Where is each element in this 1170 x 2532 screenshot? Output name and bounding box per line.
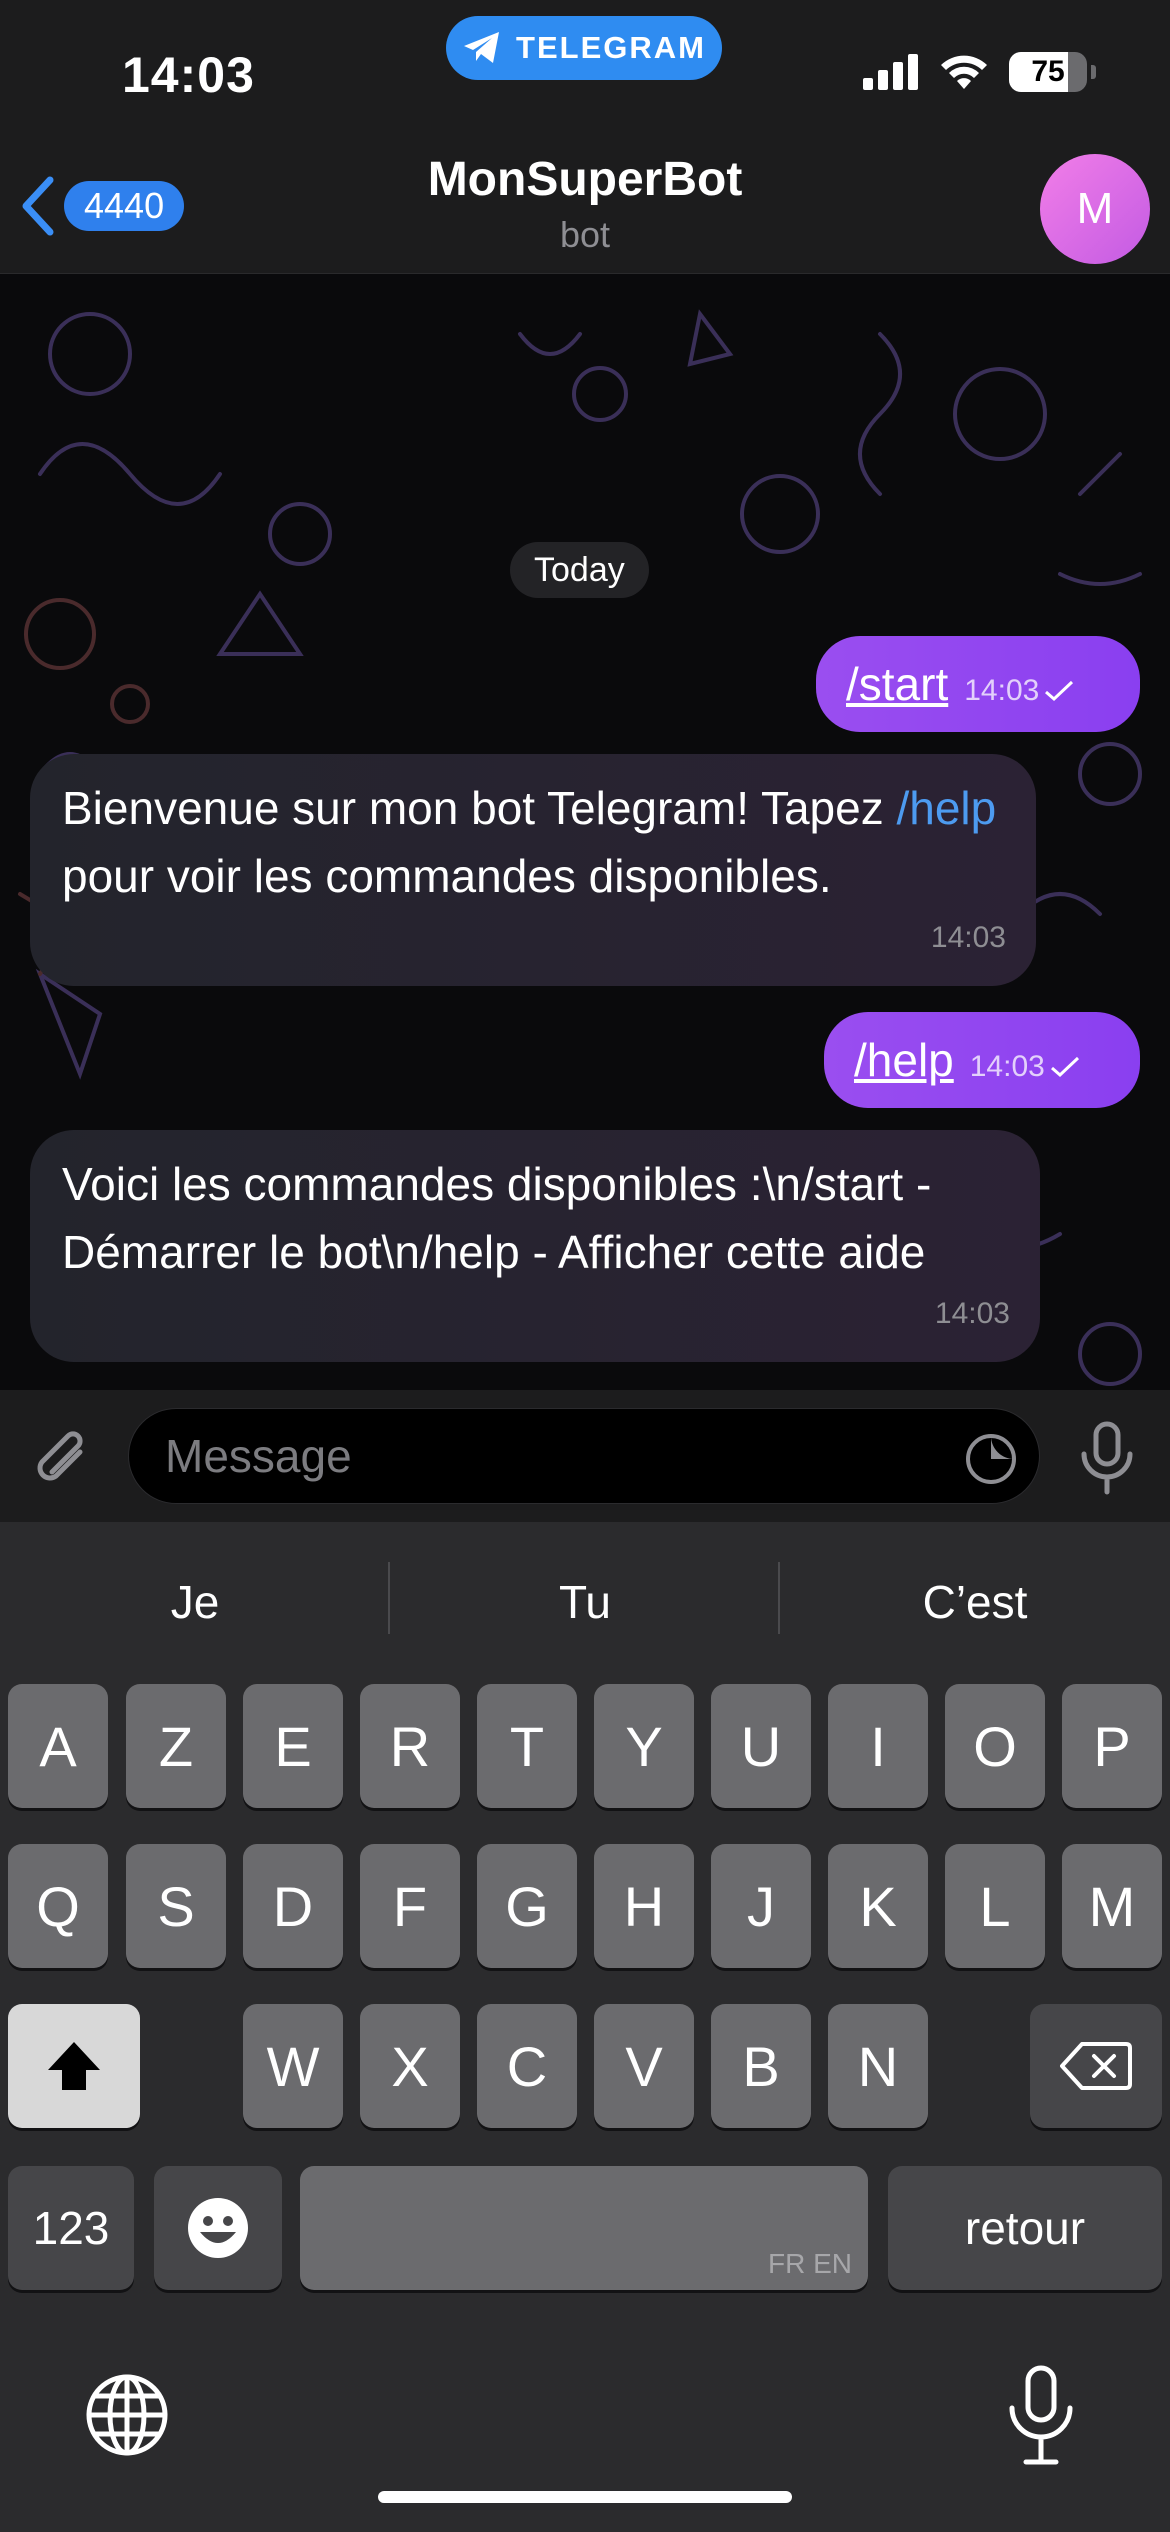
status-indicators: 75 — [863, 52, 1096, 92]
attach-icon[interactable] — [28, 1426, 100, 1498]
avatar[interactable]: M — [1040, 154, 1150, 264]
key-h[interactable]: H — [594, 1844, 694, 1968]
key-d[interactable]: D — [243, 1844, 343, 1968]
numbers-key[interactable]: 123 — [8, 2166, 134, 2290]
chat-subtitle: bot — [559, 214, 611, 255]
outgoing-message[interactable]: /help 14:03 — [824, 1012, 1140, 1108]
key-e[interactable]: E — [243, 1684, 343, 1808]
message-input-bar — [0, 1390, 1170, 1522]
key-y[interactable]: Y — [594, 1684, 694, 1808]
date-separator: Today — [510, 542, 649, 598]
key-t[interactable]: T — [477, 1684, 577, 1808]
chat-title[interactable]: MonSuperBot — [0, 152, 1170, 207]
status-time: 14:03 — [122, 47, 255, 103]
key-k[interactable]: K — [828, 1844, 928, 1968]
microphone-icon[interactable] — [1072, 1420, 1142, 1496]
key-i[interactable]: I — [828, 1684, 928, 1808]
message-meta: 14:03 — [970, 1050, 1081, 1084]
space-language-label: FR EN — [768, 2248, 852, 2279]
read-check-icon — [1045, 680, 1074, 702]
message-input[interactable] — [165, 1409, 945, 1503]
message-time: 14:03 — [964, 674, 1040, 707]
suggestion-3[interactable]: C’est — [780, 1572, 1170, 1642]
incoming-message[interactable]: Voici les commandes disponibles :\n/star… — [30, 1130, 1040, 1362]
battery-nub — [1091, 65, 1096, 79]
message-text: Voici les commandes disponibles :\n/star… — [62, 1158, 932, 1278]
key-p[interactable]: P — [1062, 1684, 1162, 1808]
key-l[interactable]: L — [945, 1844, 1045, 1968]
return-key[interactable]: retour — [888, 2166, 1162, 2290]
key-s[interactable]: S — [126, 1844, 226, 1968]
suggestion-2[interactable]: Tu — [390, 1572, 780, 1642]
key-m[interactable]: M — [1062, 1844, 1162, 1968]
key-a[interactable]: A — [8, 1684, 108, 1808]
suggestion-divider — [778, 1562, 780, 1634]
message-text[interactable]: /help — [854, 1033, 954, 1087]
suggestion-bar: Je Tu C’est — [0, 1572, 1170, 1642]
wifi-icon — [941, 55, 987, 89]
battery-icon: 75 — [1009, 52, 1087, 92]
shift-key[interactable] — [8, 2004, 140, 2128]
suggestion-divider — [388, 1562, 390, 1634]
outgoing-message[interactable]: /start 14:03 — [816, 636, 1140, 732]
key-r[interactable]: R — [360, 1684, 460, 1808]
key-q[interactable]: Q — [8, 1844, 108, 1968]
keyboard: Je Tu C’est A Z E R T Y U I O P Q S D F … — [0, 1522, 1170, 2532]
key-j[interactable]: J — [711, 1844, 811, 1968]
telegram-plane-icon — [464, 32, 500, 63]
emoji-key[interactable] — [154, 2166, 282, 2290]
key-n[interactable]: N — [828, 2004, 928, 2128]
message-text[interactable]: /start — [846, 657, 948, 711]
read-check-icon — [1050, 1056, 1079, 1078]
top-bar: 14:03 TELEGRAM 75 4440 MonSuperBot bot M — [0, 0, 1170, 274]
globe-icon[interactable] — [84, 2372, 170, 2458]
key-o[interactable]: O — [945, 1684, 1045, 1808]
space-key[interactable]: FR EN — [300, 2166, 868, 2290]
key-c[interactable]: C — [477, 2004, 577, 2128]
key-g[interactable]: G — [477, 1844, 577, 1968]
incoming-message[interactable]: Bienvenue sur mon bot Telegram! Tapez /h… — [30, 754, 1036, 986]
sticker-icon[interactable] — [963, 1431, 1019, 1487]
app-pill-label: TELEGRAM — [516, 30, 706, 65]
message-time: 14:03 — [934, 1297, 1010, 1330]
delete-key[interactable] — [1030, 2004, 1162, 2128]
key-z[interactable]: Z — [126, 1684, 226, 1808]
emoji-icon — [188, 2198, 248, 2258]
key-f[interactable]: F — [360, 1844, 460, 1968]
message-meta: 14:03 — [964, 674, 1075, 708]
battery-percent: 75 — [1031, 55, 1065, 88]
signal-icon — [863, 54, 918, 90]
suggestion-1[interactable]: Je — [0, 1572, 390, 1642]
key-u[interactable]: U — [711, 1684, 811, 1808]
key-b[interactable]: B — [711, 2004, 811, 2128]
message-time: 14:03 — [969, 1050, 1045, 1083]
command-link[interactable]: /help — [896, 782, 996, 834]
shift-icon — [48, 2042, 100, 2090]
message-time: 14:03 — [930, 921, 1006, 954]
key-w[interactable]: W — [243, 2004, 343, 2128]
delete-icon — [1060, 2042, 1132, 2090]
key-v[interactable]: V — [594, 2004, 694, 2128]
key-x[interactable]: X — [360, 2004, 460, 2128]
home-indicator[interactable] — [378, 2491, 792, 2503]
dictation-icon[interactable] — [1004, 2364, 1078, 2468]
chat-area[interactable]: Today /start 14:03 Bienvenue sur mon bot… — [0, 274, 1170, 1390]
message-field[interactable] — [128, 1408, 1040, 1504]
message-text: Bienvenue sur mon bot Telegram! Tapez /h… — [62, 782, 997, 902]
telegram-app-pill[interactable]: TELEGRAM — [446, 16, 722, 80]
